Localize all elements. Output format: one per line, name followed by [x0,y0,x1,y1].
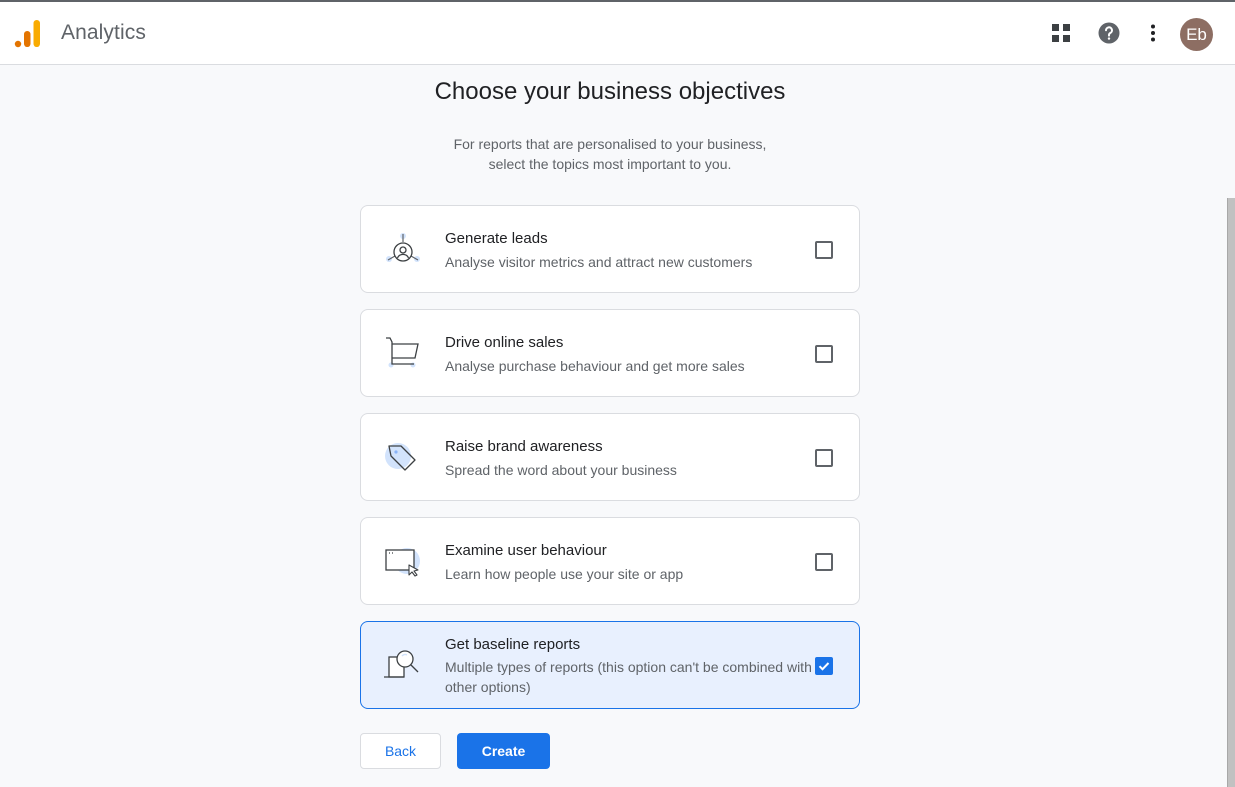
objective-description: Spread the word about your business [445,462,677,478]
objective-description: Learn how people use your site or app [445,566,684,582]
tag-icon [385,443,416,471]
report-magnifier-icon [384,650,419,678]
objective-checkbox[interactable] [815,241,833,259]
cart-icon [386,337,419,368]
apps-grid-icon[interactable] [1049,21,1073,45]
page-title: Choose your business objectives [434,78,786,105]
scrollbar-thumb[interactable] [1227,198,1235,787]
objective-checkbox[interactable] [815,345,833,363]
leads-icon [386,233,420,262]
objective-card-raise-brand-awareness[interactable]: Raise brand awareness Spread the word ab… [360,413,860,501]
browser-cursor-icon [385,548,420,577]
objective-title: Examine user behaviour [445,542,607,559]
objective-checkbox[interactable] [815,553,833,571]
objective-card-drive-online-sales[interactable]: Drive online sales Analyse purchase beha… [360,309,860,397]
page-subtitle: For reports that are personalised to you… [0,134,1220,174]
objective-description: Analyse visitor metrics and attract new … [445,254,753,270]
objective-card-examine-user-behaviour[interactable]: Examine user behaviour Learn how people … [360,517,860,605]
subtitle-line: select the topics most important to you. [488,156,732,172]
more-vert-icon[interactable] [1141,21,1165,45]
app-title: Analytics [61,21,146,44]
objective-title: Get baseline reports [445,636,581,653]
checkmark-icon [818,662,830,671]
app-header: Analytics Eb [0,2,1235,65]
objective-description: Analyse purchase behaviour and get more … [445,358,745,374]
help-icon[interactable] [1097,21,1121,45]
objective-card-get-baseline-reports[interactable]: Get baseline reports Multiple types of r… [360,621,860,709]
objective-title: Drive online sales [445,334,564,351]
objective-checkbox[interactable] [815,449,833,467]
objective-card-generate-leads[interactable]: Generate leads Analyse visitor metrics a… [360,205,860,293]
objective-description: Multiple types of reports (this option c… [445,659,812,695]
objective-title: Raise brand awareness [445,438,603,455]
objective-title: Generate leads [445,230,548,247]
account-avatar[interactable]: Eb [1180,18,1213,51]
analytics-logo-icon [14,20,40,48]
objective-checkbox-checked[interactable] [815,657,833,675]
subtitle-line: For reports that are personalised to you… [453,136,767,152]
back-button[interactable]: Back [360,733,441,769]
create-button[interactable]: Create [457,733,550,769]
